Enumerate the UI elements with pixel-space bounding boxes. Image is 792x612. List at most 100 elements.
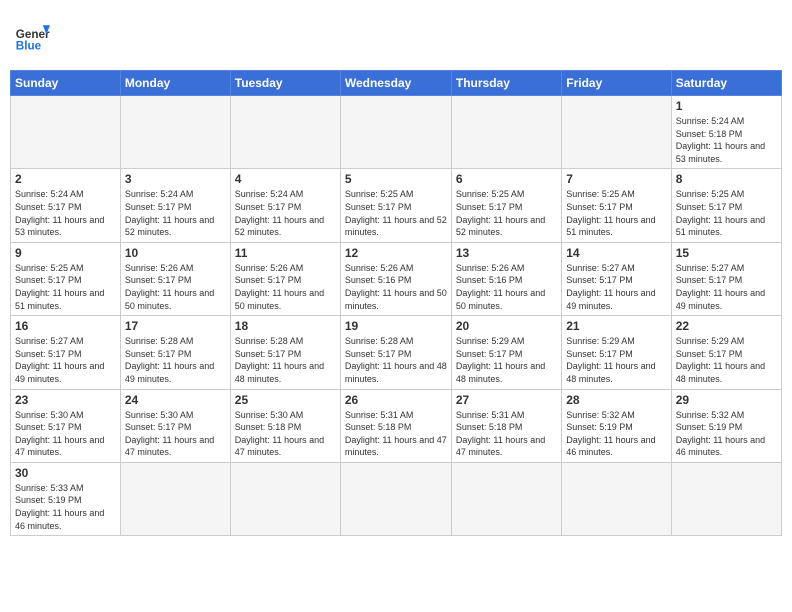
day-info: Sunrise: 5:24 AMSunset: 5:17 PMDaylight:… bbox=[235, 188, 336, 238]
calendar-header-row: SundayMondayTuesdayWednesdayThursdayFrid… bbox=[11, 71, 782, 96]
calendar-cell: 28Sunrise: 5:32 AMSunset: 5:19 PMDayligh… bbox=[562, 389, 671, 462]
day-info: Sunrise: 5:29 AMSunset: 5:17 PMDaylight:… bbox=[456, 335, 557, 385]
day-number: 30 bbox=[15, 466, 116, 480]
day-info: Sunrise: 5:26 AMSunset: 5:16 PMDaylight:… bbox=[345, 262, 447, 312]
day-info: Sunrise: 5:26 AMSunset: 5:17 PMDaylight:… bbox=[125, 262, 226, 312]
calendar-cell bbox=[230, 462, 340, 535]
calendar-cell bbox=[120, 96, 230, 169]
day-number: 15 bbox=[676, 246, 777, 260]
column-header-tuesday: Tuesday bbox=[230, 71, 340, 96]
calendar-week-5: 23Sunrise: 5:30 AMSunset: 5:17 PMDayligh… bbox=[11, 389, 782, 462]
day-number: 3 bbox=[125, 172, 226, 186]
day-number: 24 bbox=[125, 393, 226, 407]
calendar-cell: 17 Sunrise: 5:28 AMSunset: 5:17 PMDayligh… bbox=[120, 316, 230, 389]
day-info: Sunrise: 5:25 AMSunset: 5:17 PMDaylight:… bbox=[345, 188, 447, 238]
calendar-cell bbox=[562, 462, 671, 535]
day-info: Sunrise: 5:26 AMSunset: 5:17 PMDaylight:… bbox=[235, 262, 336, 312]
calendar-cell: 8 Sunrise: 5:25 AMSunset: 5:17 PMDaylight… bbox=[671, 169, 781, 242]
day-info: Sunrise: 5:27 AMSunset: 5:17 PMDaylight:… bbox=[676, 262, 777, 312]
calendar-week-4: 16 Sunrise: 5:27 AMSunset: 5:17 PMDayligh… bbox=[11, 316, 782, 389]
header: General Blue bbox=[10, 10, 782, 62]
day-number: 18 bbox=[235, 319, 336, 333]
calendar-cell: 3 Sunrise: 5:24 AMSunset: 5:17 PMDaylight… bbox=[120, 169, 230, 242]
day-number: 12 bbox=[345, 246, 447, 260]
day-number: 29 bbox=[676, 393, 777, 407]
calendar-cell: 30 Sunrise: 5:33 AMSunset: 5:19 PMDayligh… bbox=[11, 462, 121, 535]
day-number: 22 bbox=[676, 319, 777, 333]
calendar-week-3: 9Sunrise: 5:25 AMSunset: 5:17 PMDaylight… bbox=[11, 242, 782, 315]
calendar-cell bbox=[120, 462, 230, 535]
calendar-cell: 22Sunrise: 5:29 AMSunset: 5:17 PMDayligh… bbox=[671, 316, 781, 389]
calendar-week-2: 2 Sunrise: 5:24 AMSunset: 5:17 PMDaylight… bbox=[11, 169, 782, 242]
logo-icon: General Blue bbox=[14, 18, 50, 54]
day-number: 8 bbox=[676, 172, 777, 186]
day-number: 2 bbox=[15, 172, 116, 186]
day-info: Sunrise: 5:30 AMSunset: 5:18 PMDaylight:… bbox=[235, 409, 336, 459]
day-number: 27 bbox=[456, 393, 557, 407]
column-header-saturday: Saturday bbox=[671, 71, 781, 96]
day-info: Sunrise: 5:28 AMSunset: 5:17 PMDaylight:… bbox=[345, 335, 447, 385]
day-info: Sunrise: 5:26 AMSunset: 5:16 PMDaylight:… bbox=[456, 262, 557, 312]
day-info: Sunrise: 5:32 AMSunset: 5:19 PMDaylight:… bbox=[676, 409, 777, 459]
calendar-cell: 13Sunrise: 5:26 AMSunset: 5:16 PMDayligh… bbox=[451, 242, 561, 315]
calendar-cell: 15 Sunrise: 5:27 AMSunset: 5:17 PMDayligh… bbox=[671, 242, 781, 315]
day-info: Sunrise: 5:27 AMSunset: 5:17 PMDaylight:… bbox=[15, 335, 116, 385]
day-info: Sunrise: 5:30 AMSunset: 5:17 PMDaylight:… bbox=[15, 409, 116, 459]
calendar-cell: 29 Sunrise: 5:32 AMSunset: 5:19 PMDayligh… bbox=[671, 389, 781, 462]
day-number: 21 bbox=[566, 319, 666, 333]
calendar-cell: 9Sunrise: 5:25 AMSunset: 5:17 PMDaylight… bbox=[11, 242, 121, 315]
column-header-thursday: Thursday bbox=[451, 71, 561, 96]
calendar: SundayMondayTuesdayWednesdayThursdayFrid… bbox=[10, 70, 782, 536]
calendar-cell: 4 Sunrise: 5:24 AMSunset: 5:17 PMDaylight… bbox=[230, 169, 340, 242]
day-info: Sunrise: 5:29 AMSunset: 5:17 PMDaylight:… bbox=[566, 335, 666, 385]
calendar-cell: 24 Sunrise: 5:30 AMSunset: 5:17 PMDayligh… bbox=[120, 389, 230, 462]
day-number: 11 bbox=[235, 246, 336, 260]
calendar-week-1: 1 Sunrise: 5:24 AMSunset: 5:18 PMDaylight… bbox=[11, 96, 782, 169]
calendar-cell: 20 Sunrise: 5:29 AMSunset: 5:17 PMDayligh… bbox=[451, 316, 561, 389]
calendar-cell bbox=[340, 462, 451, 535]
calendar-cell: 11 Sunrise: 5:26 AMSunset: 5:17 PMDayligh… bbox=[230, 242, 340, 315]
day-info: Sunrise: 5:25 AMSunset: 5:17 PMDaylight:… bbox=[456, 188, 557, 238]
day-info: Sunrise: 5:33 AMSunset: 5:19 PMDaylight:… bbox=[15, 482, 116, 532]
column-header-sunday: Sunday bbox=[11, 71, 121, 96]
day-info: Sunrise: 5:30 AMSunset: 5:17 PMDaylight:… bbox=[125, 409, 226, 459]
calendar-cell: 16 Sunrise: 5:27 AMSunset: 5:17 PMDayligh… bbox=[11, 316, 121, 389]
day-info: Sunrise: 5:27 AMSunset: 5:17 PMDaylight:… bbox=[566, 262, 666, 312]
column-header-wednesday: Wednesday bbox=[340, 71, 451, 96]
day-number: 6 bbox=[456, 172, 557, 186]
day-number: 14 bbox=[566, 246, 666, 260]
day-info: Sunrise: 5:25 AMSunset: 5:17 PMDaylight:… bbox=[676, 188, 777, 238]
day-info: Sunrise: 5:28 AMSunset: 5:17 PMDaylight:… bbox=[235, 335, 336, 385]
day-number: 20 bbox=[456, 319, 557, 333]
day-number: 17 bbox=[125, 319, 226, 333]
calendar-cell: 26Sunrise: 5:31 AMSunset: 5:18 PMDayligh… bbox=[340, 389, 451, 462]
calendar-cell: 14 Sunrise: 5:27 AMSunset: 5:17 PMDayligh… bbox=[562, 242, 671, 315]
day-number: 28 bbox=[566, 393, 666, 407]
calendar-cell: 23Sunrise: 5:30 AMSunset: 5:17 PMDayligh… bbox=[11, 389, 121, 462]
calendar-cell: 18 Sunrise: 5:28 AMSunset: 5:17 PMDayligh… bbox=[230, 316, 340, 389]
logo: General Blue bbox=[14, 18, 50, 54]
calendar-cell: 2Sunrise: 5:24 AMSunset: 5:17 PMDaylight… bbox=[11, 169, 121, 242]
day-info: Sunrise: 5:28 AMSunset: 5:17 PMDaylight:… bbox=[125, 335, 226, 385]
calendar-cell: 27Sunrise: 5:31 AMSunset: 5:18 PMDayligh… bbox=[451, 389, 561, 462]
day-number: 5 bbox=[345, 172, 447, 186]
column-header-monday: Monday bbox=[120, 71, 230, 96]
day-info: Sunrise: 5:24 AMSunset: 5:18 PMDaylight:… bbox=[676, 115, 777, 165]
calendar-cell: 5 Sunrise: 5:25 AMSunset: 5:17 PMDaylight… bbox=[340, 169, 451, 242]
calendar-cell: 12 Sunrise: 5:26 AMSunset: 5:16 PMDayligh… bbox=[340, 242, 451, 315]
day-number: 16 bbox=[15, 319, 116, 333]
calendar-cell bbox=[340, 96, 451, 169]
day-number: 9 bbox=[15, 246, 116, 260]
day-number: 26 bbox=[345, 393, 447, 407]
calendar-cell bbox=[451, 462, 561, 535]
calendar-cell: 1 Sunrise: 5:24 AMSunset: 5:18 PMDaylight… bbox=[671, 96, 781, 169]
calendar-cell: 21 Sunrise: 5:29 AMSunset: 5:17 PMDayligh… bbox=[562, 316, 671, 389]
day-number: 25 bbox=[235, 393, 336, 407]
day-number: 1 bbox=[676, 99, 777, 113]
calendar-cell: 25 Sunrise: 5:30 AMSunset: 5:18 PMDayligh… bbox=[230, 389, 340, 462]
calendar-cell bbox=[562, 96, 671, 169]
day-info: Sunrise: 5:24 AMSunset: 5:17 PMDaylight:… bbox=[125, 188, 226, 238]
column-header-friday: Friday bbox=[562, 71, 671, 96]
day-number: 4 bbox=[235, 172, 336, 186]
calendar-cell: 7Sunrise: 5:25 AMSunset: 5:17 PMDaylight… bbox=[562, 169, 671, 242]
